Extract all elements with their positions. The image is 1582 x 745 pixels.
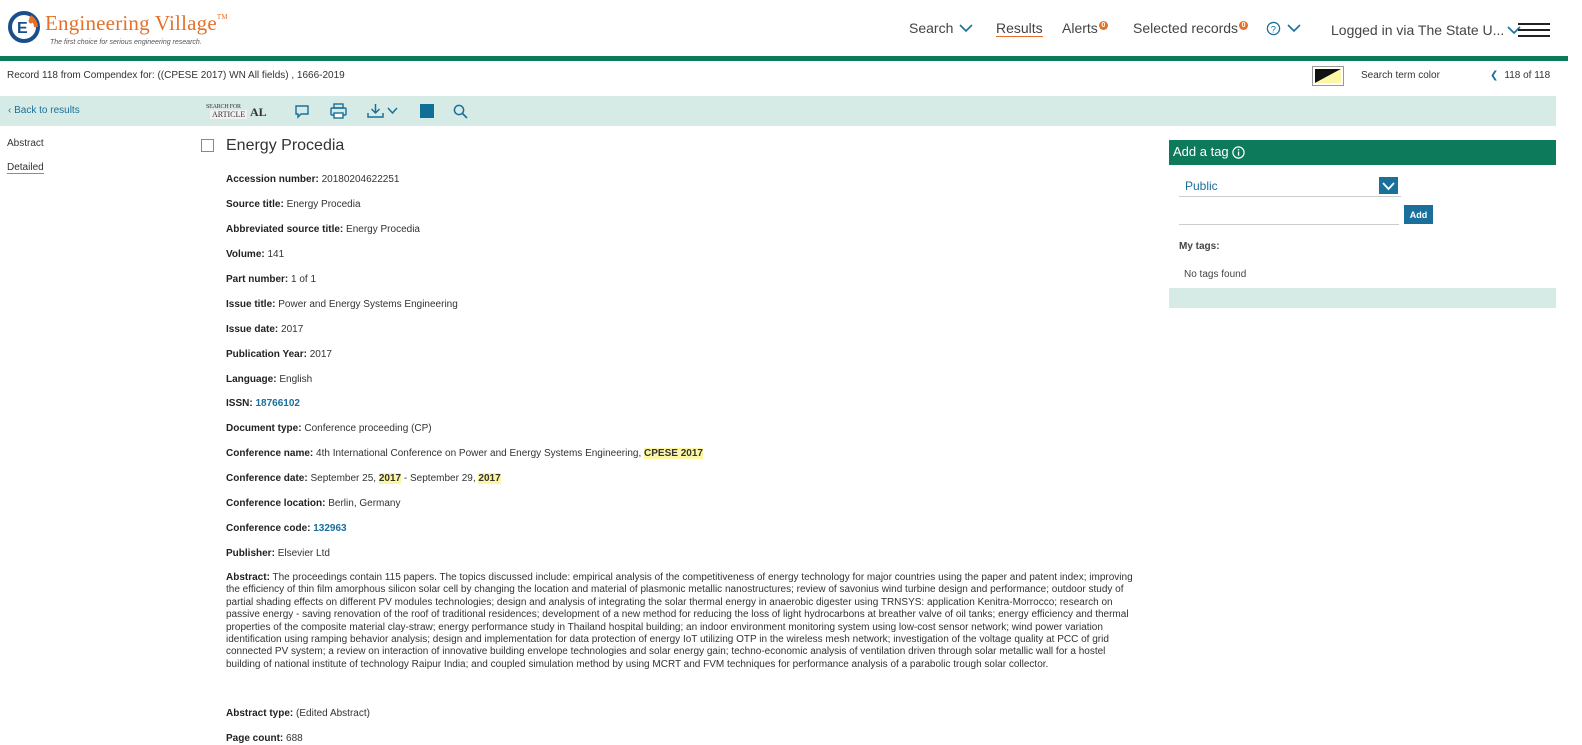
field-abbreviated-source-title: Abbreviated source title: Energy Procedi… [226,224,420,235]
field-source-title: Source title: Energy Procedia [226,199,361,210]
record-pager: ❮ 118 of 118 [1490,70,1551,81]
record-title: Energy Procedia [226,137,345,154]
chevron-down-icon [959,24,973,33]
field-publisher: Publisher: Elsevier Ltd [226,548,330,559]
conference-code-link[interactable]: 132963 [313,523,346,534]
top-header: E Engineering VillageTM The first choice… [0,0,1568,56]
search-icon [453,104,468,119]
header-divider [0,56,1568,61]
nav-selected-records[interactable]: Selected records 0 [1133,0,1249,56]
chevron-down-icon [387,107,398,115]
search-term-highlight: CPESE 2017 [644,448,703,459]
field-conference-code: Conference code: 132963 [226,523,347,534]
issn-link[interactable]: 18766102 [255,398,300,409]
field-conference-date: Conference date: September 25, 2017 - Se… [226,473,501,484]
color-swatch-icon [1315,69,1341,83]
nav-help[interactable]: ? [1266,0,1301,56]
nav-alerts[interactable]: Alerts 0 [1062,0,1108,56]
field-language: Language: English [226,374,313,385]
nav-results[interactable]: Results [996,0,1043,56]
brand-title: Engineering VillageTM [45,11,228,35]
field-publication-year: Publication Year: 2017 [226,349,332,360]
search-button[interactable] [453,102,468,120]
field-conference-location: Conference location: Berlin, Germany [226,498,401,509]
help-icon: ? [1266,21,1281,35]
add-tag-panel: Add a tag Public Add My tags: No tags fo… [1169,140,1556,308]
nav-search[interactable]: Search [909,0,973,56]
chevron-down-icon [1287,24,1301,33]
add-tag-header: Add a tag [1169,140,1556,165]
field-abstract: Abstract: The proceedings contain 115 pa… [226,572,1133,670]
tag-visibility-select[interactable]: Public [1179,176,1401,197]
print-button[interactable] [330,102,347,120]
tag-panel-footer [1169,288,1556,308]
chevron-left-icon[interactable]: ❮ [1490,70,1498,81]
dropdown-button[interactable] [1379,177,1398,194]
search-term-color-picker[interactable] [1312,66,1344,86]
field-document-type: Document type: Conference proceeding (CP… [226,423,432,434]
tag-input[interactable] [1179,204,1399,225]
leftnav-detailed[interactable]: Detailed [7,162,44,174]
brand-tagline: The first choice for serious engineering… [50,39,202,46]
search-term-color-label: Search term color [1361,70,1440,81]
add-tag-button[interactable]: Add [1404,205,1433,224]
svg-text:?: ? [1271,24,1276,34]
selected-count-badge: 0 [1239,20,1249,30]
info-icon[interactable] [1232,146,1245,159]
record-context: Record 118 from Compendex for: ((CPESE 2… [7,70,345,81]
leftnav-abstract[interactable]: Abstract [7,138,44,149]
field-issn: ISSN: 18766102 [226,398,300,409]
comment-button[interactable] [294,102,310,120]
field-accession-number: Accession number: 20180204622251 [226,174,400,185]
no-tags-message: No tags found [1184,269,1247,280]
record-toolbar: ‹ Back to results SEARCH FOR ARTICLE AL [0,96,1556,126]
download-button[interactable] [367,102,398,120]
record-select-checkbox[interactable] [201,139,214,152]
save-to-folder-button[interactable] [420,102,434,120]
field-volume: Volume: 141 [226,249,285,260]
my-tags-label: My tags: [1179,241,1220,252]
field-issue-date: Issue date: 2017 [226,324,304,335]
field-page-count: Page count: 688 [226,733,303,744]
logo-mark-icon: E [8,11,40,43]
search-term-highlight: 2017 [378,473,402,484]
square-icon [420,104,434,118]
nav-login[interactable]: Logged in via The State U... [1331,2,1521,58]
download-icon [367,104,384,118]
search-for-article-button[interactable]: SEARCH FOR ARTICLE AL [206,104,268,120]
hamburger-menu-icon[interactable] [1518,23,1550,37]
print-icon [330,103,347,119]
comment-icon [295,105,309,119]
back-to-results-link[interactable]: ‹ Back to results [8,105,80,116]
search-term-highlight: 2017 [478,473,501,484]
logo[interactable]: E Engineering VillageTM The first choice… [8,9,248,51]
field-issue-title: Issue title: Power and Energy Systems En… [226,299,458,310]
field-abstract-type: Abstract type: (Edited Abstract) [226,708,370,719]
field-part-number: Part number: 1 of 1 [226,274,317,285]
chevron-down-icon [1382,182,1395,191]
alerts-count-badge: 0 [1098,20,1108,30]
svg-text:E: E [17,20,28,37]
field-conference-name: Conference name: 4th International Confe… [226,448,703,459]
